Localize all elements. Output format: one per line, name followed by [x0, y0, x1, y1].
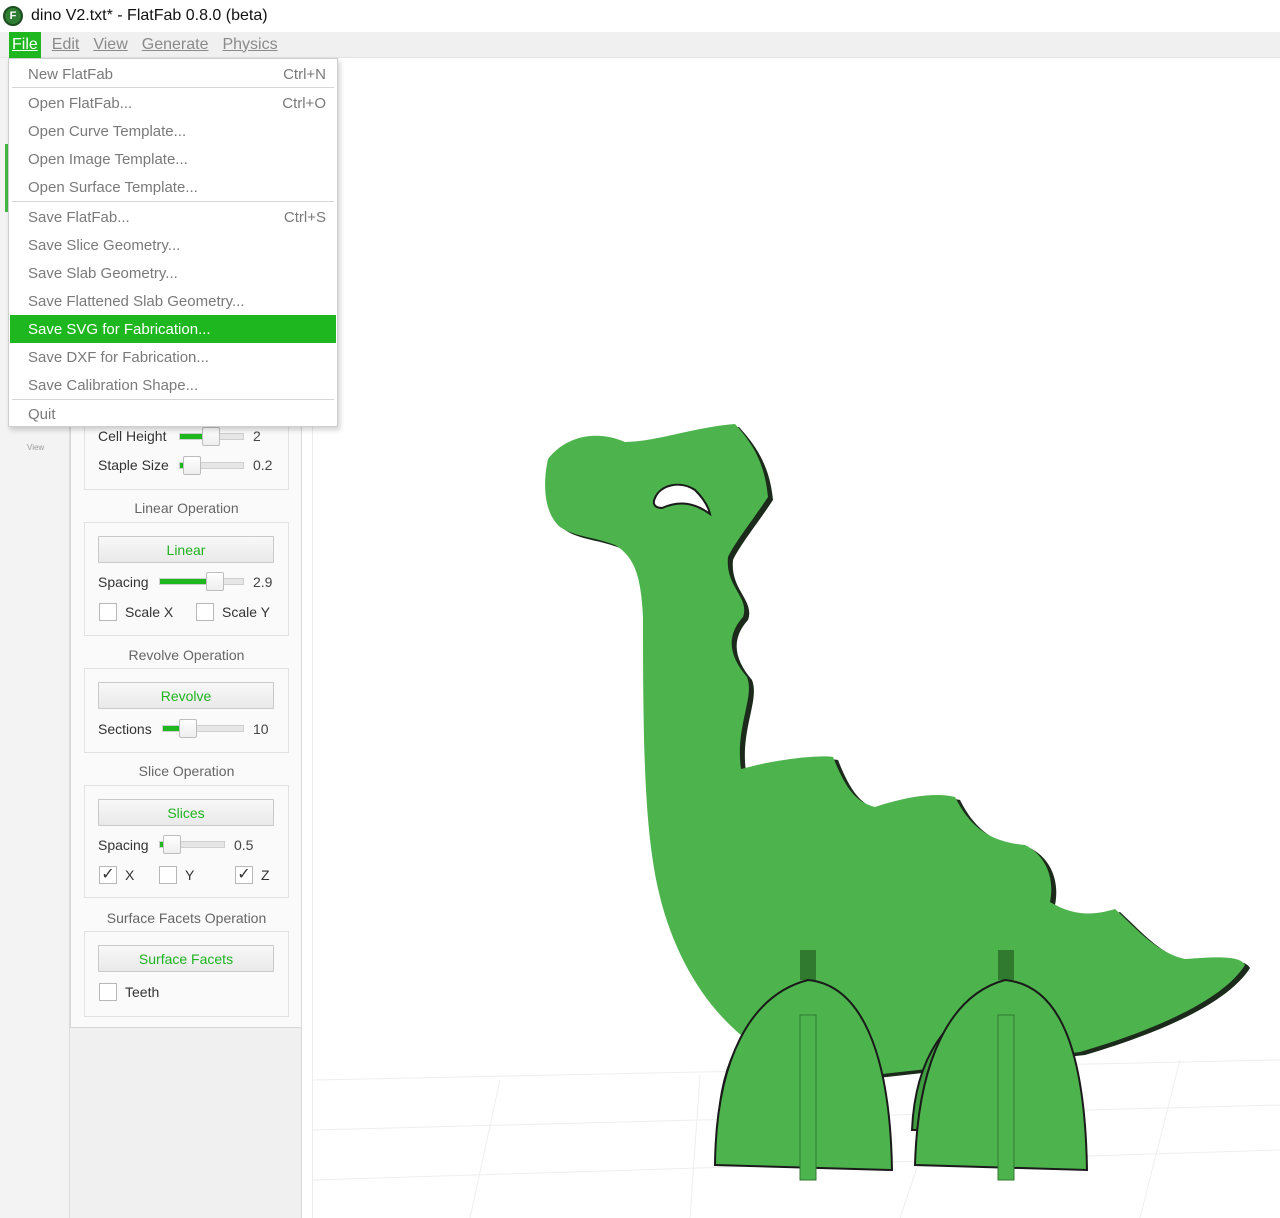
menu-save-flattened-slab-geometry[interactable]: Save Flattened Slab Geometry... — [10, 287, 336, 315]
slice-spacing-slider[interactable] — [159, 835, 225, 854]
menu-open-curve-template[interactable]: Open Curve Template... — [10, 117, 336, 145]
slice-operation-title: Slice Operation — [138, 763, 235, 779]
view-label: View — [27, 443, 45, 452]
scale-x-checkbox[interactable] — [99, 603, 117, 621]
slice-z-checkbox[interactable]: ✓ — [235, 866, 253, 884]
linear-spacing-label: Spacing — [98, 574, 149, 590]
dino-model[interactable] — [313, 58, 1280, 1218]
surface-facets-title: Surface Facets Operation — [106, 910, 267, 926]
revolve-sections-slider[interactable] — [162, 719, 244, 738]
revolve-group — [84, 668, 289, 753]
cell-height-value: 2 — [253, 428, 261, 444]
menu-open-surface-template[interactable]: Open Surface Template... — [10, 173, 336, 201]
surface-facets-group — [84, 931, 289, 1017]
slice-spacing-label: Spacing — [98, 837, 149, 853]
staple-size-label: Staple Size — [98, 457, 169, 473]
linear-operation-title: Linear Operation — [134, 500, 239, 516]
revolve-sections-value: 10 — [253, 721, 269, 737]
slider-knob[interactable] — [183, 456, 202, 475]
menu-save-flatfab[interactable]: Save FlatFab... Ctrl+S — [10, 203, 336, 231]
staple-size-value: 0.2 — [253, 457, 273, 473]
menu-bar: File Edit View Generate Physics — [0, 31, 1280, 58]
linear-button[interactable]: Linear — [98, 536, 274, 563]
slice-spacing-value: 0.5 — [234, 837, 254, 853]
slice-y-label: Y — [185, 867, 195, 883]
menu-new-flatfab[interactable]: New FlatFab Ctrl+N — [10, 60, 336, 88]
teeth-checkbox[interactable] — [99, 983, 117, 1001]
menu-generate[interactable]: Generate — [139, 32, 212, 58]
scale-y-label: Scale Y — [222, 604, 270, 620]
menu-save-calibration-shape[interactable]: Save Calibration Shape... — [10, 371, 336, 399]
panel-empty-area — [70, 1028, 302, 1218]
slider-knob[interactable] — [205, 572, 224, 591]
title-bar: F dino V2.txt* - FlatFab 0.8.0 (beta) — [0, 0, 1280, 32]
slice-z-label: Z — [261, 867, 270, 883]
linear-spacing-value: 2.9 — [253, 574, 273, 590]
menu-edit[interactable]: Edit — [49, 32, 83, 58]
window-title: dino V2.txt* - FlatFab 0.8.0 (beta) — [31, 7, 268, 24]
slice-y-checkbox[interactable] — [159, 866, 177, 884]
revolve-operation-title: Revolve Operation — [128, 647, 245, 663]
teeth-label: Teeth — [125, 984, 160, 1000]
scale-x-label: Scale X — [125, 604, 174, 620]
menu-file[interactable]: File — [9, 31, 41, 58]
menu-save-slab-geometry[interactable]: Save Slab Geometry... — [10, 259, 336, 287]
cell-height-slider[interactable] — [179, 427, 244, 446]
slot-front — [800, 950, 816, 980]
back-leg-slab — [997, 1014, 1015, 1181]
menu-save-dxf-fabrication[interactable]: Save DXF for Fabrication... — [10, 343, 336, 371]
menu-save-svg-fabrication[interactable]: Save SVG for Fabrication... — [10, 315, 336, 343]
surface-facets-button[interactable]: Surface Facets — [98, 945, 274, 972]
3d-viewport[interactable] — [313, 58, 1280, 1218]
slider-knob[interactable] — [202, 427, 221, 446]
front-leg-slab — [799, 1014, 817, 1181]
revolve-button[interactable]: Revolve — [98, 682, 274, 709]
slider-knob[interactable] — [179, 719, 197, 738]
dino-body — [545, 424, 1245, 1077]
cell-height-label: Cell Height — [98, 428, 167, 444]
slot-back — [998, 950, 1014, 980]
menu-open-flatfab[interactable]: Open FlatFab... Ctrl+O — [10, 89, 336, 117]
file-menu-dropdown: New FlatFab Ctrl+N Open FlatFab... Ctrl+O … — [8, 58, 338, 427]
menu-save-slice-geometry[interactable]: Save Slice Geometry... — [10, 231, 336, 259]
menu-physics[interactable]: Physics — [219, 32, 280, 58]
slice-x-label: X — [125, 867, 135, 883]
menu-open-image-template[interactable]: Open Image Template... — [10, 145, 336, 173]
scale-y-checkbox[interactable] — [196, 603, 214, 621]
menu-separator — [12, 87, 334, 88]
slice-x-checkbox[interactable]: ✓ — [99, 866, 117, 884]
menu-view[interactable]: View — [90, 32, 130, 58]
flatfab-app-icon[interactable]: F — [3, 6, 23, 26]
staple-size-slider[interactable] — [179, 456, 244, 475]
linear-spacing-slider[interactable] — [159, 572, 244, 591]
menu-separator — [12, 201, 334, 202]
menu-quit[interactable]: Quit — [10, 400, 336, 428]
revolve-sections-label: Sections — [98, 721, 152, 737]
slider-knob[interactable] — [163, 835, 182, 854]
slices-button[interactable]: Slices — [98, 799, 274, 826]
